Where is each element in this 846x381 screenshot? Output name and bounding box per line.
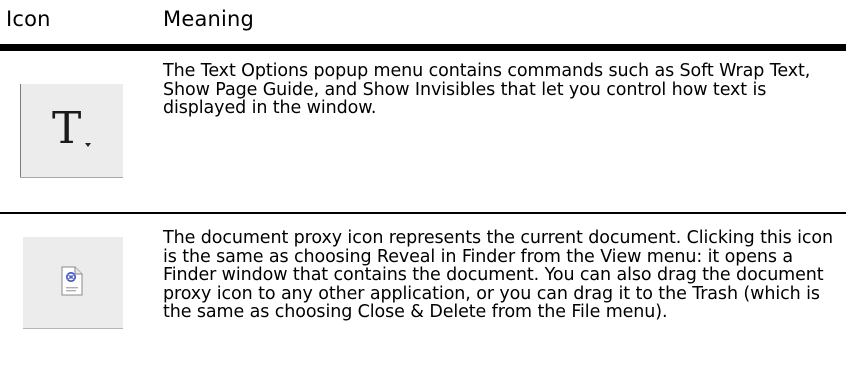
header-icon-label: Icon [6,7,51,31]
button-edge [23,328,123,329]
button-edge [20,177,123,178]
table-header: Icon Meaning [0,0,846,44]
popup-arrow-icon [85,143,91,147]
row-meaning: The Text Options popup menu contains com… [163,61,811,118]
row-divider [0,212,846,214]
header-meaning-label: Meaning [163,7,255,31]
button-edge [20,84,21,178]
document-proxy-icon [61,266,83,296]
text-options-glyph: T [52,103,82,154]
text-options-icon: T [20,84,123,178]
document-proxy-icon-button [23,237,123,329]
row-meaning: The document proxy icon represents the c… [163,228,833,322]
header-divider [0,44,846,51]
